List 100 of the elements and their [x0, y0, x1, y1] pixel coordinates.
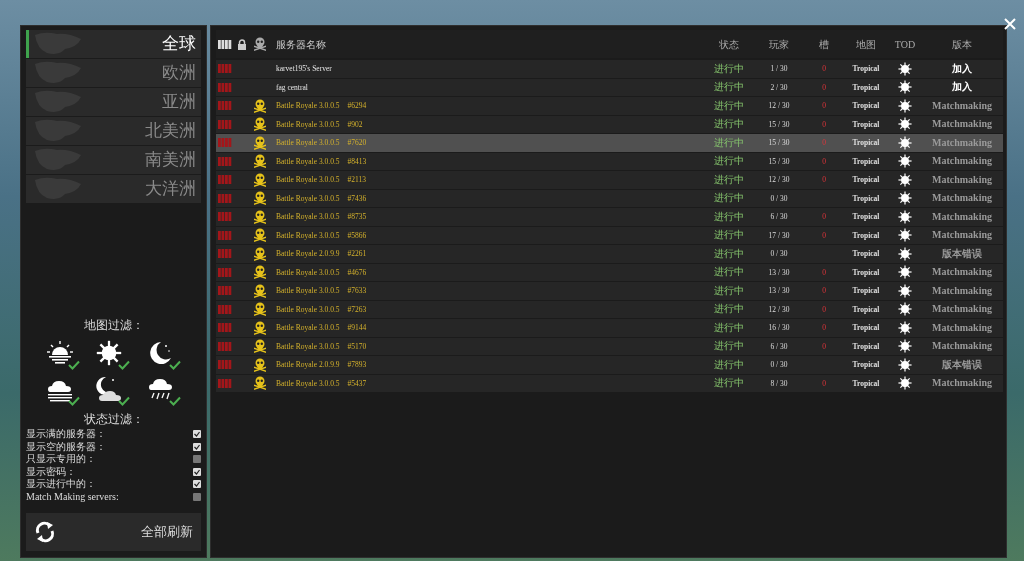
version-cell: Matchmaking — [932, 155, 992, 167]
skull-crossbones-icon — [252, 97, 268, 114]
version-cell: Matchmaking — [932, 284, 992, 296]
sun-icon — [898, 209, 912, 224]
sun-icon — [96, 340, 123, 366]
filter-checkbox[interactable] — [193, 455, 201, 464]
skull-crossbones-icon — [252, 171, 268, 188]
signal-bars-icon — [218, 156, 232, 166]
signal-bars-icon — [218, 82, 232, 92]
status-cell-text: 进行中 — [713, 63, 745, 74]
skull-crossbones-icon — [252, 319, 268, 336]
signal-bars-icon — [218, 249, 232, 259]
version-cell: Matchmaking — [932, 229, 992, 241]
skull-crossbones-icon — [252, 245, 268, 262]
weather-filter-toggle[interactable] — [146, 376, 181, 406]
skull-crossbones-icon — [252, 116, 268, 133]
status-cell-text: 进行中 — [713, 156, 745, 167]
region-tab[interactable]: 亚洲 — [26, 88, 201, 116]
status-cell-text: 进行中 — [713, 211, 745, 222]
filter-label: 显示密码： — [26, 465, 76, 478]
version-cell: Matchmaking — [932, 266, 992, 278]
region-tab[interactable]: 南美洲 — [26, 146, 201, 174]
skull-crossbones-icon — [252, 153, 268, 170]
sun-icon — [898, 376, 912, 391]
status-cell-text: 进行中 — [713, 248, 745, 259]
region-tab[interactable]: 大洋洲 — [26, 175, 201, 203]
column-header: 服务器名称 — [276, 37, 327, 52]
skull-crossbones-icon — [252, 375, 268, 392]
skull-crossbones-icon — [252, 282, 268, 299]
refresh-all-button[interactable]: 全部刷新 — [26, 513, 201, 551]
sun-icon — [898, 246, 912, 261]
sun-icon — [898, 154, 912, 169]
sun-icon — [898, 339, 912, 354]
weather-filter-toggle[interactable] — [46, 340, 81, 370]
signal-bars-icon — [218, 39, 232, 49]
skull-crossbones-icon — [252, 36, 268, 52]
refresh-icon — [34, 521, 56, 543]
signal-bars-icon — [218, 230, 232, 240]
signal-bars-icon — [218, 101, 232, 111]
filter-checkbox[interactable] — [193, 467, 201, 476]
version-cell: Matchmaking — [932, 210, 992, 222]
sun-icon — [898, 357, 912, 372]
weather-filter-toggle[interactable] — [96, 376, 131, 406]
status-cell-text: 进行中 — [713, 285, 745, 296]
sun-icon — [898, 135, 912, 150]
version-cell: 版本错误 — [942, 247, 982, 259]
sun-icon — [898, 191, 912, 206]
signal-bars-icon — [218, 323, 232, 333]
signal-bars-icon — [218, 304, 232, 314]
close-icon — [1004, 18, 1016, 30]
version-cell: 版本错误 — [942, 358, 982, 370]
signal-bars-icon — [218, 119, 232, 129]
signal-bars-icon — [218, 286, 232, 296]
region-tab[interactable]: 全球 — [26, 30, 201, 58]
filter-checkbox[interactable] — [193, 430, 201, 439]
sun-icon — [898, 98, 912, 113]
sun-icon — [898, 320, 912, 335]
version-cell: Matchmaking — [932, 118, 992, 130]
version-cell: Matchmaking — [932, 377, 992, 389]
signal-bars-icon — [218, 212, 232, 222]
status-cell-text: 进行中 — [713, 137, 745, 148]
column-header: 地图 — [855, 37, 877, 52]
region-tab[interactable]: 欧洲 — [26, 59, 201, 87]
filter-label: 显示满的服务器： — [26, 428, 106, 441]
signal-bars-icon — [218, 378, 232, 388]
sun-icon — [898, 117, 912, 132]
version-cell: Matchmaking — [932, 136, 992, 148]
sun-icon — [898, 172, 912, 187]
version-cell[interactable]: 加入 — [952, 81, 972, 93]
skull-crossbones-icon — [252, 227, 268, 244]
rain-cloud-icon — [146, 376, 175, 402]
close-button[interactable] — [1002, 16, 1018, 32]
filter-checkbox[interactable] — [193, 442, 201, 451]
version-cell: Matchmaking — [932, 99, 992, 111]
signal-bars-icon — [218, 175, 232, 185]
version-cell[interactable]: 加入 — [952, 62, 972, 74]
status-cell-text: 进行中 — [713, 193, 745, 204]
skull-crossbones-icon — [252, 190, 268, 207]
status-cell-text: 进行中 — [713, 378, 745, 389]
filter-label: 只显示专用的： — [26, 453, 96, 466]
sun-icon — [898, 80, 912, 95]
status-cell-text: 进行中 — [713, 341, 745, 352]
region-tab[interactable]: 北美洲 — [26, 117, 201, 145]
column-header: 槽 — [818, 37, 830, 52]
filter-checkbox[interactable] — [193, 492, 201, 501]
sun-icon — [898, 228, 912, 243]
filter-label: 显示空的服务器： — [26, 440, 106, 453]
status-cell-text: 进行中 — [713, 82, 745, 93]
signal-bars-icon — [218, 360, 232, 370]
version-cell: Matchmaking — [932, 192, 992, 204]
weather-filter-toggle[interactable] — [96, 340, 131, 370]
filter-label: Match Making servers: — [26, 490, 119, 503]
status-cell-text: 进行中 — [713, 322, 745, 333]
column-header: 玩家 — [768, 37, 790, 52]
signal-bars-icon — [218, 138, 232, 148]
filter-heading: 地图过滤： — [82, 317, 145, 334]
filter-checkbox[interactable] — [193, 480, 201, 489]
version-cell: Matchmaking — [932, 340, 992, 352]
sunrise-icon — [46, 340, 75, 366]
status-cell-text: 进行中 — [713, 100, 745, 111]
